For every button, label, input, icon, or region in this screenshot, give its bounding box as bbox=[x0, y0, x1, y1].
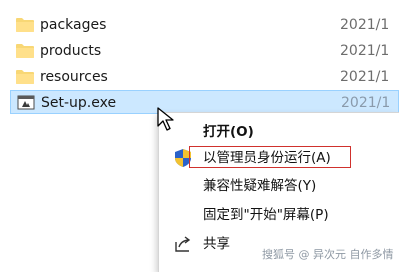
file-date: 2021/1 bbox=[340, 69, 390, 85]
file-date: 2021/1 bbox=[341, 95, 391, 111]
folder-icon bbox=[16, 70, 34, 84]
file-row-packages[interactable]: packages 2021/1 bbox=[10, 13, 399, 37]
folder-icon bbox=[16, 18, 34, 32]
share-icon bbox=[175, 236, 191, 252]
file-name: products bbox=[40, 43, 102, 59]
folder-icon bbox=[16, 44, 34, 58]
file-name: Set-up.exe bbox=[41, 95, 117, 111]
menu-item-label: 固定到"开始"屏幕(P) bbox=[203, 207, 329, 223]
menu-item-compat-troubleshoot[interactable]: 兼容性疑难解答(Y) bbox=[159, 173, 399, 199]
watermark-text: 搜狐号 @ 异次元 自作多情 bbox=[262, 248, 394, 261]
mouse-cursor-icon bbox=[157, 107, 174, 131]
exe-file-icon bbox=[17, 95, 35, 110]
file-row-products[interactable]: products 2021/1 bbox=[10, 39, 399, 63]
file-name: resources bbox=[40, 69, 108, 85]
file-row-setup-exe[interactable]: Set-up.exe 2021/1 bbox=[10, 90, 399, 114]
file-list: packages 2021/1 products 2021/1 resource… bbox=[0, 0, 399, 120]
file-name: packages bbox=[40, 17, 107, 33]
file-row-resources[interactable]: resources 2021/1 bbox=[10, 65, 399, 89]
menu-item-run-as-admin[interactable]: 以管理员身份运行(A) bbox=[159, 145, 399, 171]
menu-item-label: 共享 bbox=[203, 236, 230, 252]
menu-item-pin-to-start[interactable]: 固定到"开始"屏幕(P) bbox=[159, 202, 399, 228]
file-date: 2021/1 bbox=[340, 17, 390, 33]
menu-item-label: 以管理员身份运行(A) bbox=[203, 150, 331, 166]
file-date: 2021/1 bbox=[340, 43, 390, 59]
menu-item-label: 打开(O) bbox=[203, 124, 254, 140]
menu-item-open[interactable]: 打开(O) bbox=[159, 119, 399, 145]
menu-item-label: 兼容性疑难解答(Y) bbox=[203, 178, 317, 194]
